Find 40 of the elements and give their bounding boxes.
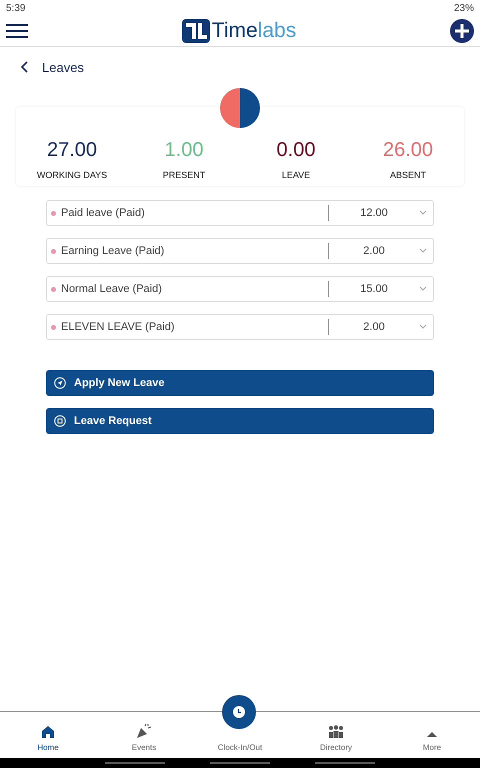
people-icon: [328, 725, 344, 739]
chevron-down-icon: [419, 286, 427, 292]
nav-tab[interactable]: Directory: [288, 712, 384, 758]
logo-text: Timelabs: [212, 19, 296, 43]
caret-up-icon: [427, 731, 437, 739]
logo-icon: [182, 19, 210, 43]
home-icon: [41, 725, 55, 739]
nav-tab[interactable]: Clock-In/Out: [192, 712, 288, 758]
pie-chart-drawing: [219, 87, 261, 129]
document-icon: [54, 415, 66, 427]
leave-dropdown[interactable]: Earning Leave (Paid) 2.00: [46, 238, 434, 264]
action-button[interactable]: Leave Request: [46, 408, 434, 434]
chevron-down-icon: [419, 210, 427, 216]
menu-icon[interactable]: [6, 23, 28, 39]
chevron-down-icon: [419, 248, 427, 254]
clock-icon: [233, 706, 245, 718]
battery-level: 23%: [454, 2, 474, 14]
status-time: 5:39: [6, 2, 26, 14]
stat-value: 27.00: [46, 139, 98, 162]
stat-label: PRESENT: [162, 170, 206, 180]
stat-value: 0.00: [276, 139, 316, 162]
page-title: Leaves: [42, 60, 84, 74]
stat-value: 26.00: [382, 139, 434, 162]
stat-label: ABSENT: [390, 170, 426, 180]
nav-tab[interactable]: Events: [96, 712, 192, 758]
leave-dropdown[interactable]: Paid leave (Paid) 12.00: [46, 200, 434, 226]
party-popper-icon: [136, 723, 152, 739]
stat-label: WORKING DAYS: [36, 170, 108, 180]
nav-tab[interactable]: Home: [0, 712, 96, 758]
action-button[interactable]: Apply New Leave: [46, 370, 434, 396]
back-icon[interactable]: [20, 61, 28, 73]
send-icon: [54, 377, 66, 389]
leave-dropdown[interactable]: Normal Leave (Paid) 15.00: [46, 276, 434, 302]
stat-label: LEAVE: [282, 170, 310, 180]
leave-dropdown[interactable]: ELEVEN LEAVE (Paid) 2.00: [46, 314, 434, 340]
add-icon[interactable]: [450, 19, 474, 43]
clock-button[interactable]: [222, 695, 256, 729]
nav-tab[interactable]: More: [384, 712, 480, 758]
stat-value: 1.00: [164, 139, 204, 162]
chevron-down-icon: [419, 324, 427, 330]
